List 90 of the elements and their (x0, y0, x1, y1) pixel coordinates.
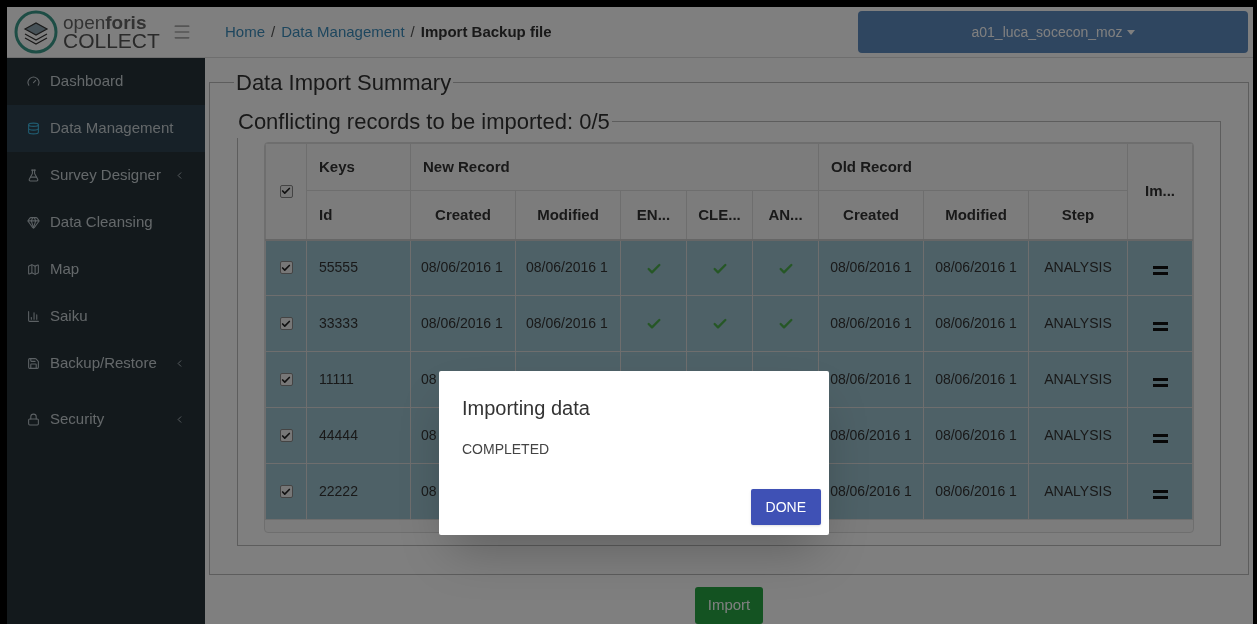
table-cell: ANALYSIS (1044, 483, 1112, 499)
table-cell: 11111 (319, 371, 354, 387)
equals-icon (1152, 321, 1168, 331)
checkbox[interactable] (279, 485, 293, 498)
table-cell: 08/06/2016 1 (935, 315, 1017, 331)
column-header: New Record (423, 157, 510, 175)
sidebar-label: Map (50, 259, 80, 280)
sidebar-item[interactable]: Survey Designer (7, 152, 205, 199)
table-cell: ANALYSIS (1044, 427, 1112, 443)
table-cell: 08/06/2016 1 (526, 315, 608, 331)
table-cell: 08/06/2016 1 (935, 483, 1017, 499)
sidebar-label: Security (50, 409, 105, 430)
bar-chart-icon (27, 310, 40, 323)
table-cell: 08/06/2016 1 (526, 259, 608, 276)
table-cell: ANALYSIS (1044, 315, 1112, 331)
table-cell: 08/06/2016 1 (935, 427, 1017, 443)
table-cell: 44444 (319, 427, 358, 443)
sidebar-label: Saiku (50, 306, 88, 327)
column-header: CLE... (698, 205, 741, 223)
table-cell: 22222 (319, 483, 358, 499)
user-menu-button[interactable]: a01_luca_socecon_moz (858, 11, 1248, 53)
breadcrumb-link[interactable]: Home (225, 20, 265, 44)
breadcrumb-link[interactable]: Import Backup file (420, 20, 552, 44)
breadcrumb-separator: / (410, 21, 415, 42)
gem-icon (27, 216, 40, 229)
logo-text: COLLECT (63, 32, 160, 50)
table-cell: 08 (421, 483, 437, 499)
panel-title: Data Import Summary (235, 69, 453, 97)
sidebar-item[interactable]: Data Management (7, 105, 205, 152)
table-cell: 08/06/2016 1 (830, 483, 912, 499)
flask-icon (27, 169, 40, 182)
column-header: Keys (319, 157, 355, 175)
import-button[interactable]: Import (694, 587, 764, 624)
sidebar-item[interactable]: Backup/Restore (7, 340, 205, 387)
column-header: Modified (537, 205, 599, 223)
table-cell: 08/06/2016 1 (421, 315, 503, 331)
sidebar-label: Data Cleansing (50, 212, 153, 233)
logo-icon (13, 9, 59, 55)
table-cell: ANALYSIS (1044, 259, 1112, 276)
done-button[interactable]: DONE (750, 489, 821, 525)
equals-icon (1152, 377, 1168, 387)
column-header: Created (435, 205, 491, 223)
panel-title: Conflicting records to be imported: 0/5 (237, 108, 611, 136)
breadcrumb-link[interactable]: Data Management (281, 20, 405, 44)
map-icon (27, 263, 40, 276)
equals-icon (1152, 266, 1168, 275)
database-icon (27, 122, 40, 135)
table-cell: 08/06/2016 1 (935, 371, 1017, 387)
sidebar-item[interactable]: Saiku (7, 293, 205, 340)
checkbox[interactable] (279, 317, 293, 330)
checkbox[interactable] (279, 261, 293, 275)
checkbox[interactable] (279, 429, 293, 442)
breadcrumb-separator: / (271, 21, 276, 42)
table-cell: 33333 (319, 315, 358, 331)
column-header: Created (843, 205, 899, 223)
caret-icon (1126, 29, 1135, 35)
sidebar-item[interactable]: Data Cleansing (7, 199, 205, 246)
sidebar-item[interactable]: Security (7, 396, 205, 443)
column-header: Id (319, 205, 333, 223)
column-header: Old Record (831, 157, 912, 175)
logo-text: openforis (63, 14, 148, 32)
sidebar-label: Survey Designer (50, 165, 161, 186)
sidebar-label: Data Management (50, 118, 174, 139)
table-cell: ANALYSIS (1044, 371, 1112, 387)
sidebar-item[interactable]: Dashboard (7, 58, 205, 105)
equals-icon (1152, 433, 1168, 443)
dialog-message: COMPLETED (462, 440, 551, 459)
equals-icon (1152, 489, 1168, 499)
checkbox[interactable] (279, 184, 293, 198)
table-cell: 08/06/2016 1 (935, 259, 1017, 276)
table-cell: 08 (421, 371, 437, 387)
table-cell: 08 (421, 427, 437, 443)
dialog-title: Importing data (462, 396, 591, 421)
sidebar-label: Dashboard (50, 71, 124, 92)
table-cell: 08/06/2016 1 (830, 259, 912, 276)
table-cell: 55555 (319, 259, 358, 276)
table-cell: 08/06/2016 1 (830, 315, 912, 331)
column-header: EN... (636, 205, 671, 223)
table-cell: 08/06/2016 1 (830, 371, 912, 387)
column-header: Step (1061, 205, 1095, 223)
table-cell: 08/06/2016 1 (421, 259, 503, 276)
column-header: Modified (945, 205, 1007, 223)
sidebar-label: Backup/Restore (50, 353, 157, 374)
column-header: AN... (768, 205, 803, 223)
sidebar-item[interactable]: Map (7, 246, 205, 293)
gauge-icon (27, 75, 40, 88)
column-header: Im... (1145, 182, 1175, 199)
table-cell: 08/06/2016 1 (830, 427, 912, 443)
checkbox[interactable] (279, 373, 293, 386)
lock-icon (27, 413, 40, 426)
